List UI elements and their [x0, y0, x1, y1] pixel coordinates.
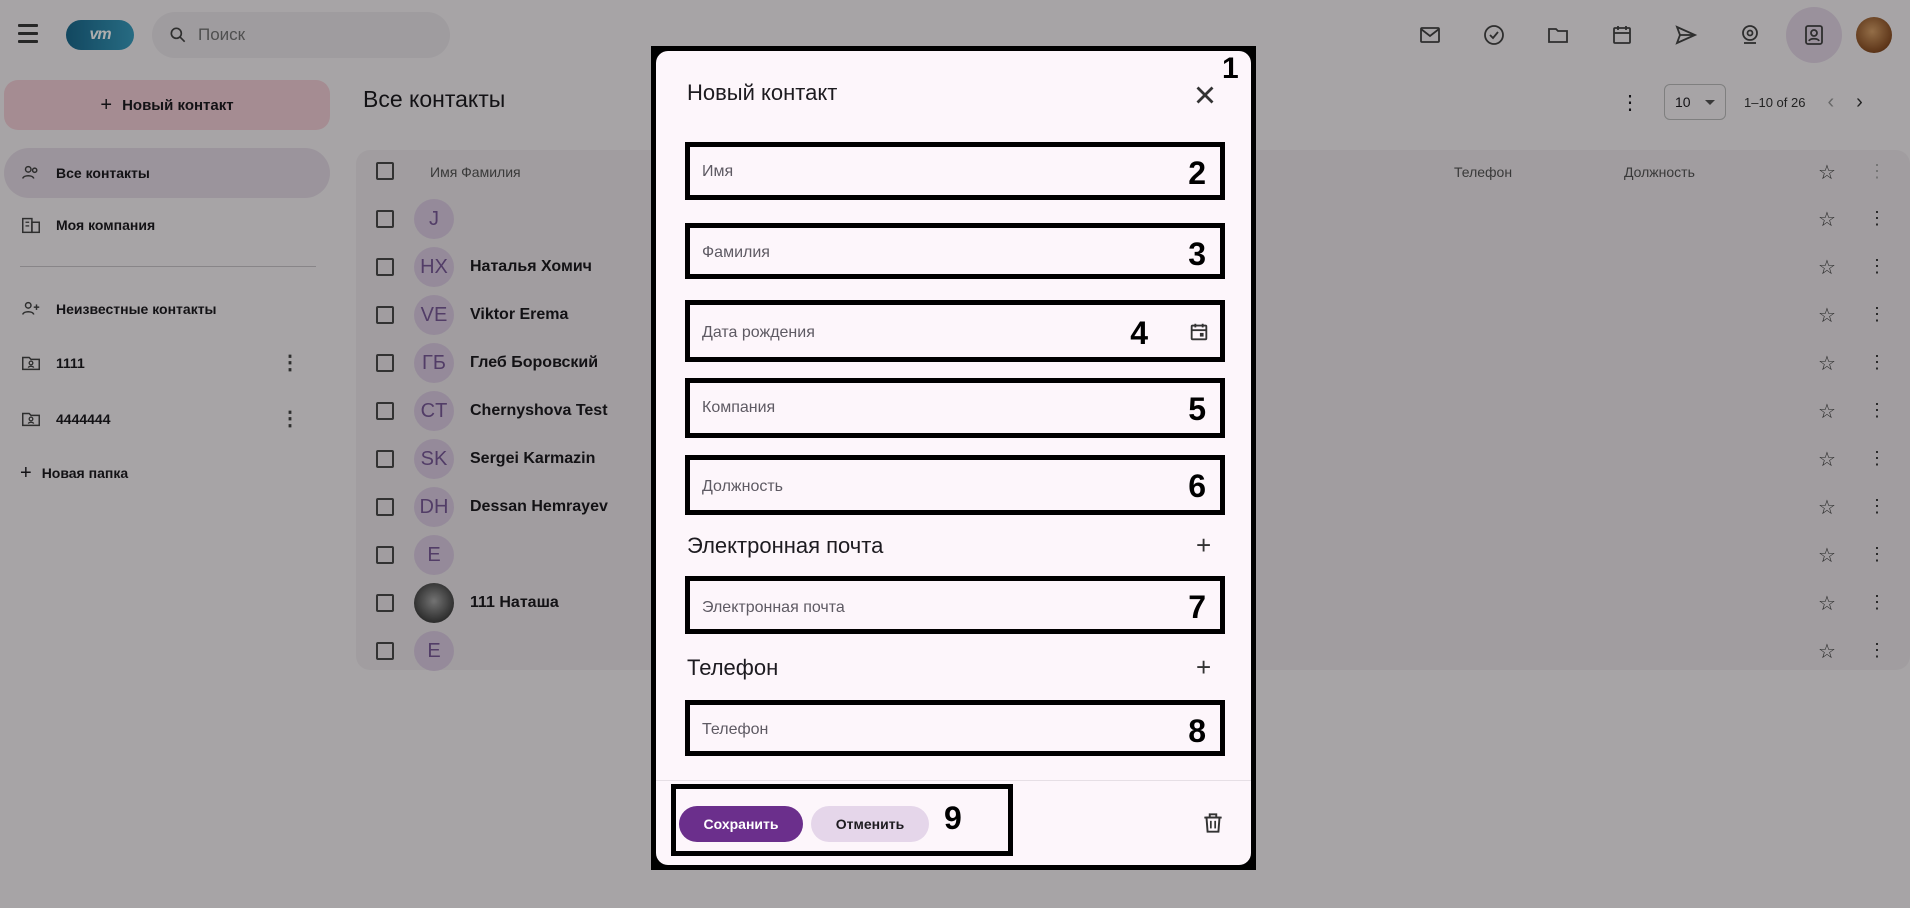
- phone-field[interactable]: 8: [685, 700, 1225, 756]
- email-input[interactable]: [702, 596, 1122, 620]
- company-input[interactable]: [702, 396, 1122, 420]
- company-field[interactable]: 5: [685, 378, 1225, 438]
- add-phone-icon[interactable]: +: [1196, 654, 1211, 680]
- annotation-marker: 9: [944, 800, 962, 836]
- add-email-icon[interactable]: +: [1196, 532, 1211, 558]
- dialog-title: Новый контакт: [687, 80, 838, 105]
- position-input[interactable]: [702, 475, 1122, 499]
- annotation-marker: 4: [1130, 315, 1148, 351]
- birthdate-input[interactable]: [702, 321, 1122, 345]
- annotation-marker: 3: [1188, 236, 1206, 272]
- footer-divider: [656, 780, 1251, 781]
- phone-input[interactable]: [702, 718, 1122, 742]
- annotation-marker: 6: [1188, 468, 1206, 504]
- email-field[interactable]: 7: [685, 576, 1225, 634]
- annotation-marker: 5: [1188, 391, 1206, 427]
- last-name-field[interactable]: 3: [685, 223, 1225, 279]
- phone-section-title: Телефон: [687, 655, 779, 680]
- annotation-marker: 1: [1222, 52, 1239, 85]
- birthdate-field[interactable]: 4: [685, 300, 1225, 362]
- first-name-input[interactable]: [702, 160, 1122, 184]
- close-icon[interactable]: [1190, 80, 1220, 110]
- delete-icon[interactable]: [1200, 810, 1226, 836]
- first-name-field[interactable]: 2: [685, 142, 1225, 200]
- position-field[interactable]: 6: [685, 455, 1225, 515]
- last-name-input[interactable]: [702, 241, 1122, 265]
- email-section-title: Электронная почта: [687, 533, 884, 558]
- annotation-marker: 2: [1188, 155, 1206, 191]
- save-button[interactable]: Сохранить: [679, 806, 803, 842]
- annotation-marker: 8: [1188, 713, 1206, 749]
- annotation-marker: 7: [1188, 589, 1206, 625]
- calendar-icon[interactable]: [1188, 321, 1210, 343]
- cancel-button[interactable]: Отменить: [811, 806, 929, 842]
